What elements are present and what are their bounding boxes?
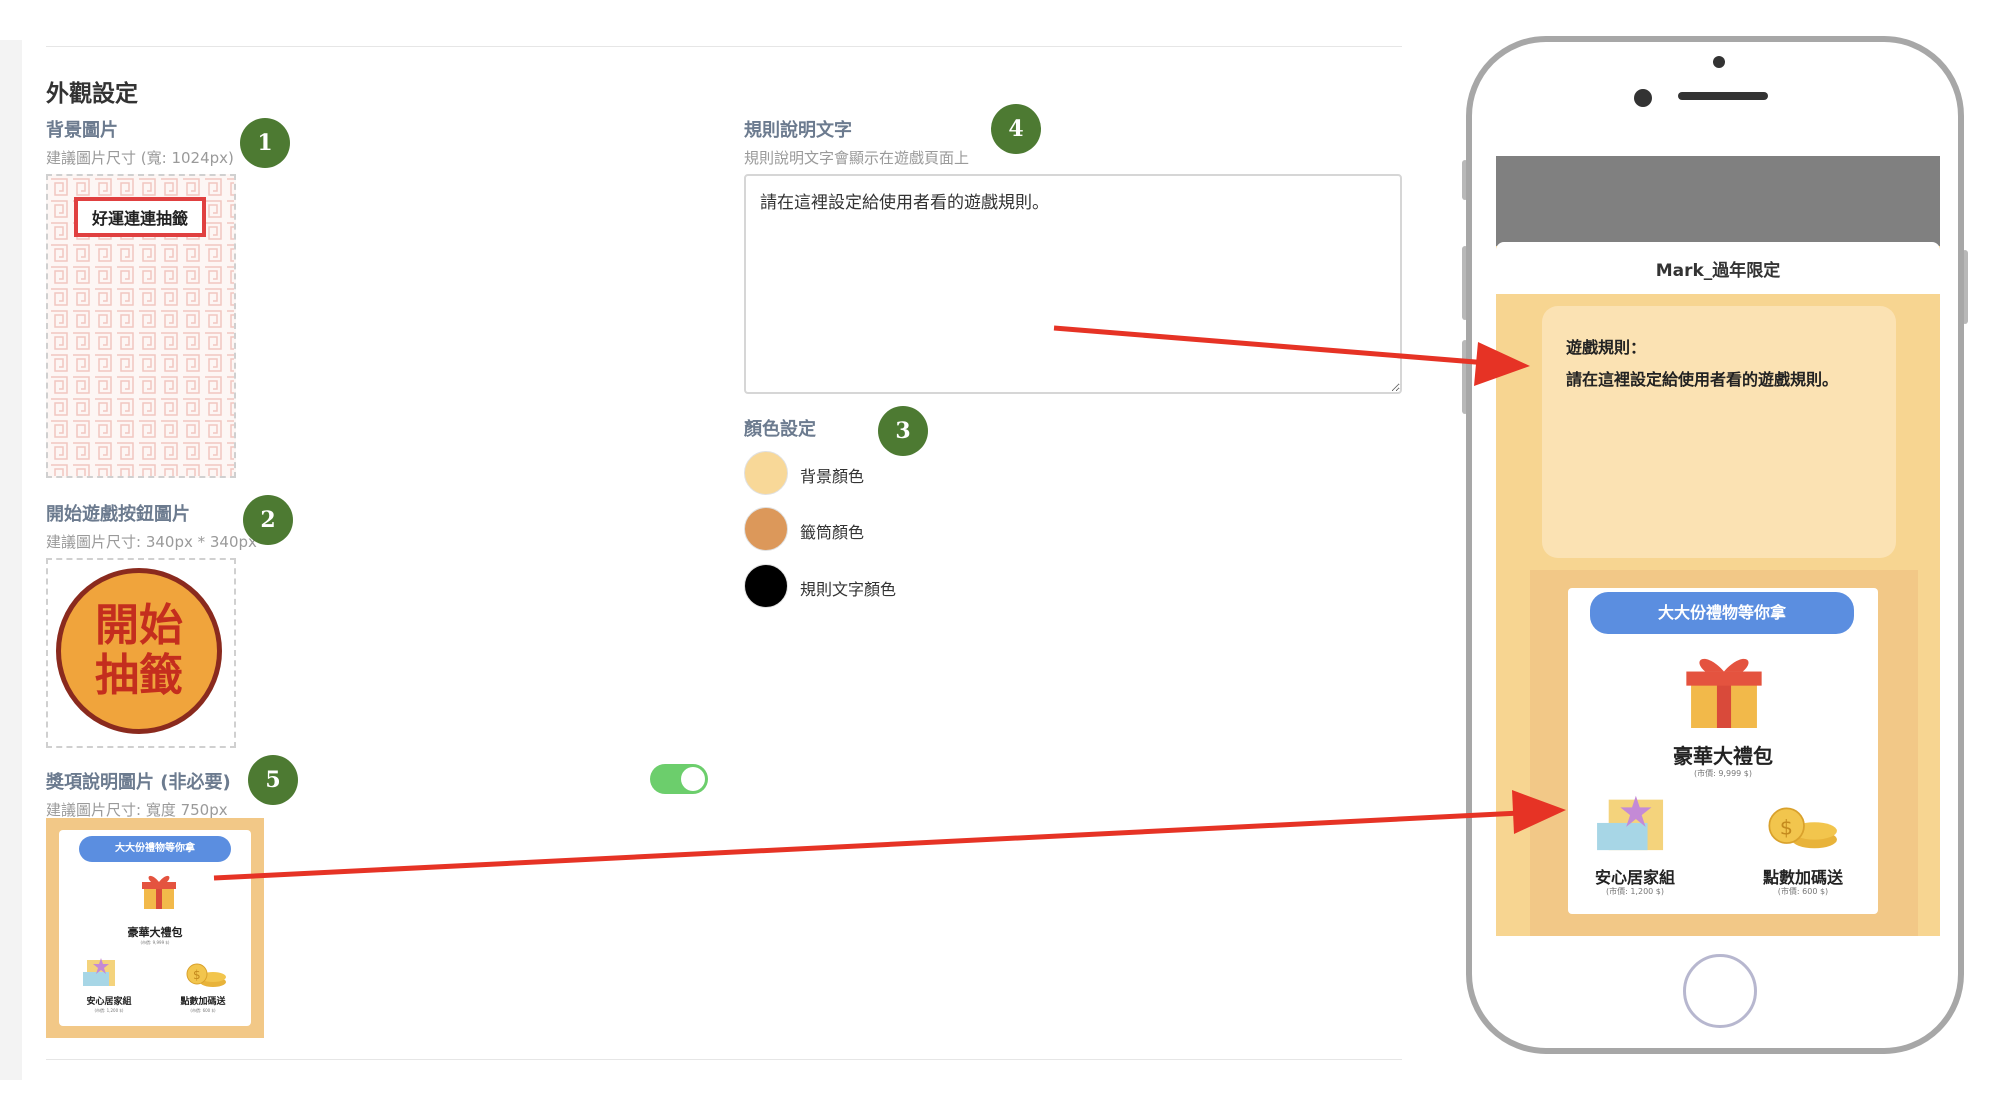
step-badge-1: 1 bbox=[240, 118, 290, 168]
prize-image-toggle[interactable] bbox=[650, 764, 708, 794]
section-title: 外觀設定 bbox=[46, 81, 138, 107]
rules-text-color-label: 規則文字顏色 bbox=[800, 580, 897, 599]
phone-rules-text: 請在這裡設定給使用者看的遊戲規則。 bbox=[1566, 370, 1839, 389]
bottom-divider bbox=[46, 1059, 1402, 1060]
background-color-swatch[interactable] bbox=[744, 451, 788, 495]
background-image-label: 背景圖片 bbox=[46, 120, 118, 141]
phone-sensor-dot bbox=[1713, 56, 1725, 68]
phone-rules-box: 遊戲規則： 請在這裡設定給使用者看的遊戲規則。 bbox=[1542, 306, 1896, 558]
phone-home-button bbox=[1683, 954, 1757, 1028]
prize-a-price-mini: (市價: 1,200 $) bbox=[94, 1008, 124, 1013]
background-color-label: 背景顏色 bbox=[800, 467, 865, 486]
step-badge-2: 2 bbox=[243, 495, 293, 545]
screen-dim-header bbox=[1496, 156, 1940, 246]
phone-screen: Mark_過年限定 遊戲規則： 請在這裡設定給使用者看的遊戲規則。 大大份禮物等… bbox=[1496, 156, 1940, 936]
prize-banner-mini: 大大份禮物等你拿 bbox=[79, 836, 231, 862]
prize-b-mini: 點數加碼送 bbox=[180, 997, 226, 1007]
prize-arrow bbox=[213, 810, 1521, 881]
phone-prize-a-price: (市價: 1,200 $) bbox=[1605, 887, 1664, 896]
phone-prize-area: 大大份禮物等你拿 豪華大禮包 (市價: 9,999 $) $ 安心居家組 (市價… bbox=[1530, 570, 1918, 936]
phone-main-prize-price: (市價: 9,999 $) bbox=[1693, 769, 1752, 778]
lottery-tube-color-swatch[interactable] bbox=[744, 507, 788, 551]
rules-text-hint: 規則說明文字會顯示在遊戲頁面上 bbox=[744, 149, 970, 167]
top-divider bbox=[46, 46, 1402, 47]
color-settings-label: 顏色設定 bbox=[744, 419, 816, 440]
prize-b-price-mini: (市價: 600 $) bbox=[190, 1008, 216, 1013]
household-set-icon bbox=[81, 954, 121, 988]
background-title-text: 好運連連抽籤 bbox=[74, 197, 206, 237]
phone-prize-a: 安心居家組 bbox=[1594, 868, 1675, 887]
toggle-knob bbox=[681, 767, 705, 791]
main-prize-mini: 豪華大禮包 bbox=[127, 926, 183, 939]
start-button-image-upload[interactable]: 開始 抽籤 bbox=[46, 558, 236, 748]
phone-household-set-icon bbox=[1590, 788, 1674, 854]
start-button-image-hint: 建議圖片尺寸: 340px * 340px bbox=[46, 533, 257, 551]
svg-text:$: $ bbox=[193, 968, 201, 982]
step-badge-5: 5 bbox=[248, 755, 298, 805]
phone-prize-b-price: (市價: 600 $) bbox=[1777, 887, 1829, 896]
left-edge-panel bbox=[0, 40, 22, 1080]
rules-text-color-swatch[interactable] bbox=[744, 564, 788, 608]
rules-textarea[interactable]: 請在這裡設定給使用者看的遊戲規則。 bbox=[744, 174, 1402, 394]
prize-image-hint: 建議圖片尺寸: 寬度 750px bbox=[46, 801, 228, 819]
prize-a-mini: 安心居家組 bbox=[86, 997, 132, 1007]
svg-text:$: $ bbox=[1780, 815, 1793, 839]
phone-main-prize: 豪華大禮包 bbox=[1673, 744, 1773, 768]
gift-icon bbox=[139, 870, 179, 910]
lottery-tube-color-label: 籤筒顏色 bbox=[800, 523, 865, 542]
phone-rules-heading: 遊戲規則： bbox=[1566, 338, 1647, 357]
phone-coins-icon: $ bbox=[1764, 798, 1844, 850]
background-image-upload[interactable]: 好運連連抽籤 bbox=[46, 174, 236, 478]
phone-gift-icon bbox=[1676, 648, 1772, 728]
start-button-preview: 開始 抽籤 bbox=[56, 568, 222, 734]
prize-image-label: 獎項說明圖片 (非必要) bbox=[46, 772, 231, 793]
prize-image-preview[interactable]: 大大份禮物等你拿 豪華大禮包 (市價: 9,999 $) $ 安心居家組 (市價… bbox=[46, 818, 264, 1038]
start-button-line1: 開始 bbox=[95, 600, 183, 651]
phone-prize-b: 點數加碼送 bbox=[1762, 868, 1843, 887]
phone-prize-card: 大大份禮物等你拿 豪華大禮包 (市價: 9,999 $) $ 安心居家組 (市價… bbox=[1568, 588, 1878, 914]
phone-title: Mark_過年限定 bbox=[1496, 242, 1940, 294]
phone-prize-banner: 大大份禮物等你拿 bbox=[1590, 592, 1854, 634]
coins-icon: $ bbox=[185, 958, 229, 988]
phone-camera bbox=[1634, 89, 1652, 107]
phone-speaker bbox=[1678, 92, 1768, 100]
prize-card-mini: 大大份禮物等你拿 豪華大禮包 (市價: 9,999 $) $ 安心居家組 (市價… bbox=[59, 830, 251, 1026]
step-badge-3: 3 bbox=[878, 406, 928, 456]
rules-text-label: 規則說明文字 bbox=[744, 120, 852, 141]
main-prize-price-mini: (市價: 9,999 $) bbox=[140, 940, 170, 945]
background-image-hint: 建議圖片尺寸 (寬: 1024px) bbox=[46, 149, 234, 167]
start-button-image-label: 開始遊戲按鈕圖片 bbox=[46, 504, 190, 525]
step-badge-4: 4 bbox=[991, 104, 1041, 154]
start-button-line2: 抽籤 bbox=[95, 650, 183, 701]
